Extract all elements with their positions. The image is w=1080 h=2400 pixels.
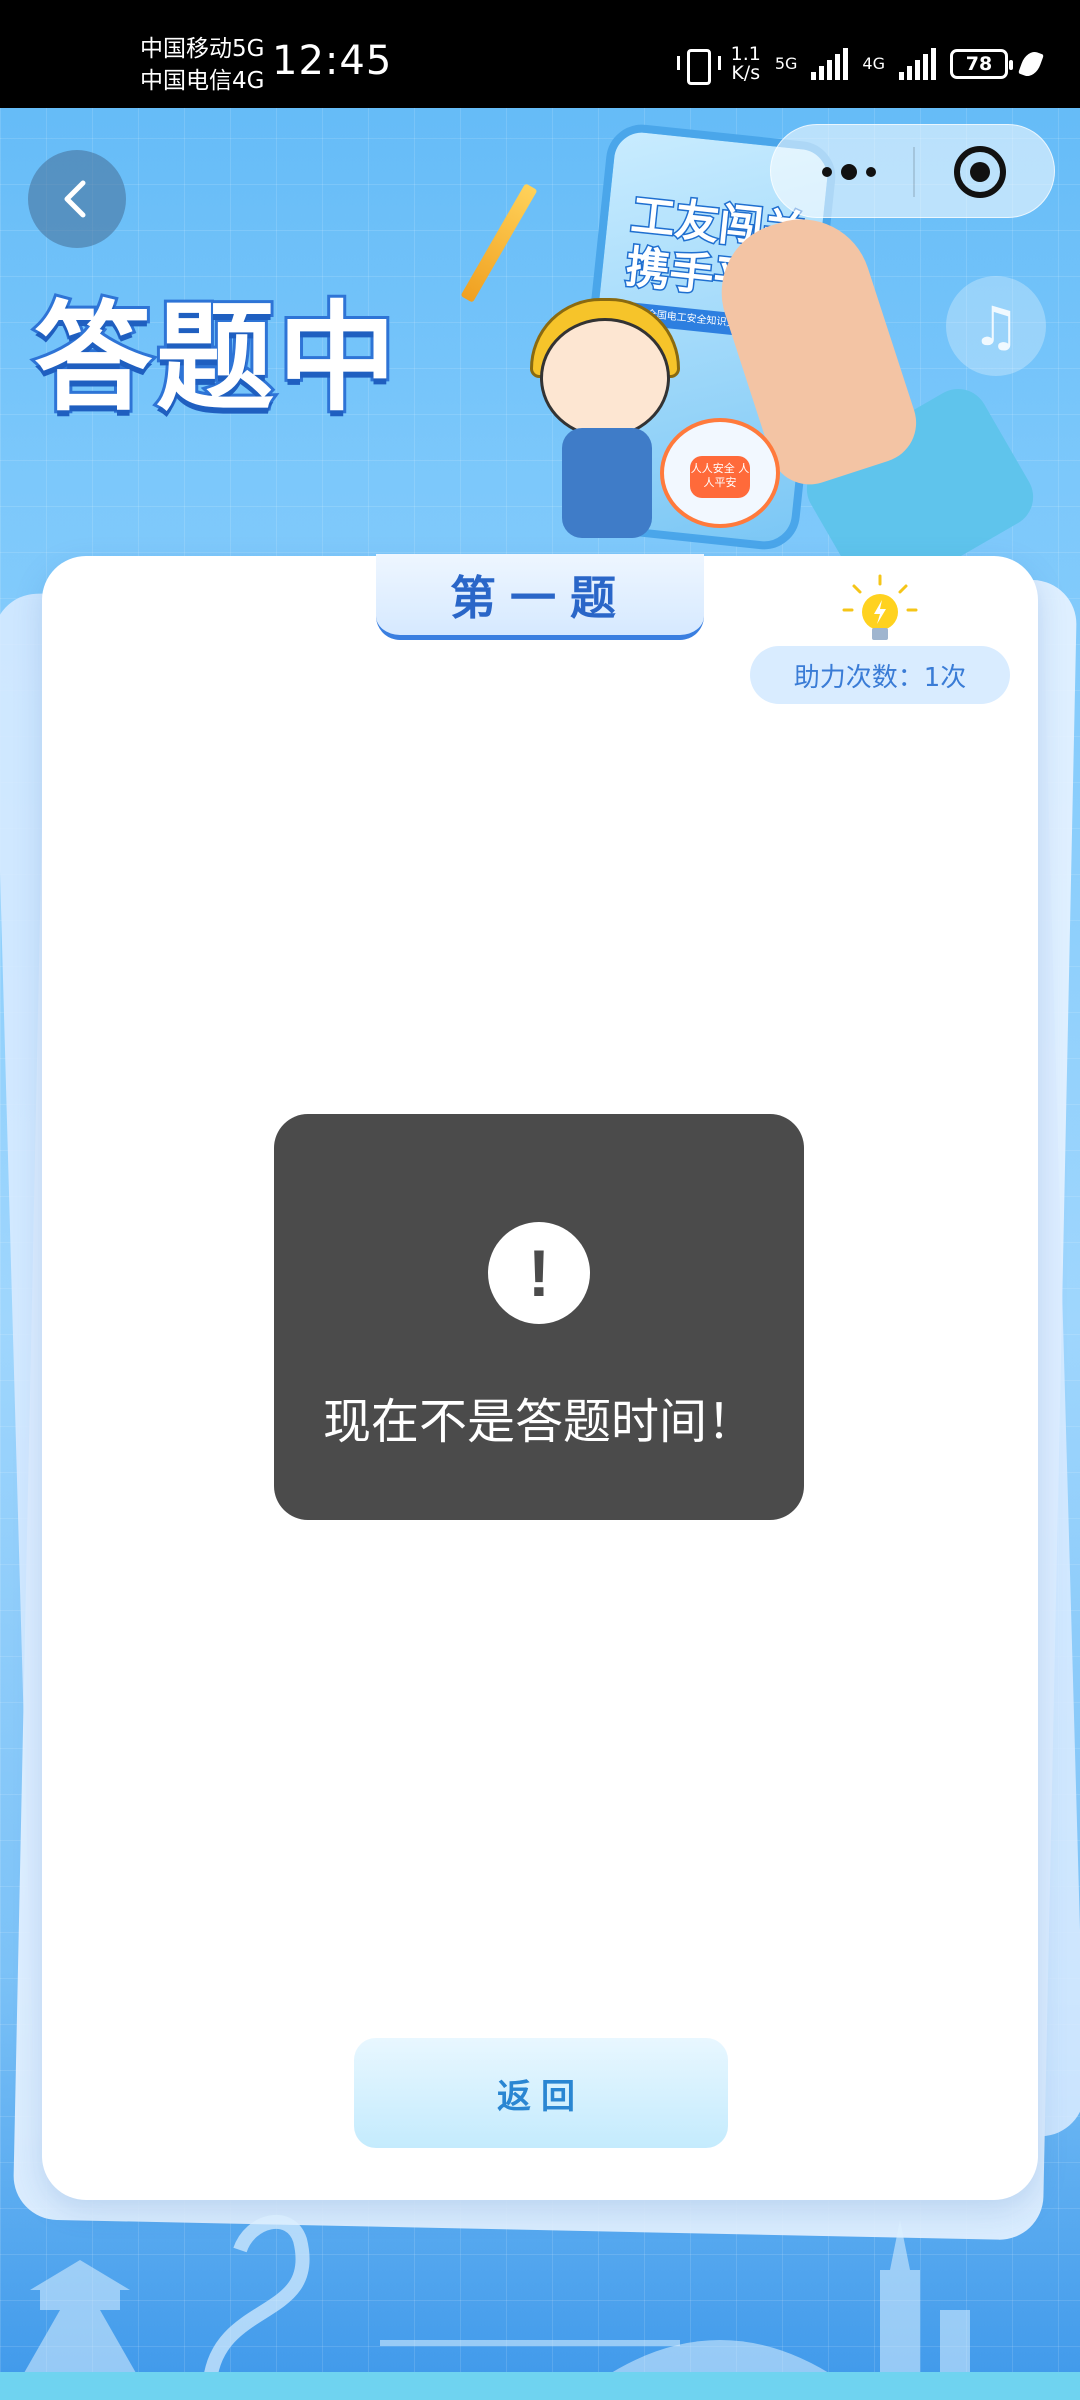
net-type-1: 5G [774,54,798,73]
help-count-label: 助力次数： [793,662,924,693]
fish-mascot: 人人安全 人人平安 [660,418,780,528]
help-count-badge: 助力次数： 1次 [750,646,1010,704]
alert-icon: ! [488,1222,590,1324]
carrier-1: 中国移动5G [140,36,265,62]
vibrate-icon [676,47,721,85]
pencil-icon [460,183,538,303]
mascot-badge: 人人安全 人人平安 [690,456,750,498]
signal-icon [811,48,849,80]
status-icons: 1.1 K/s 5G 4G 78 [676,44,1044,85]
toast-message: 现在不是答题时间！ [322,1394,755,1450]
bottom-strip [0,2372,1080,2400]
page-title: 答题中 [31,286,401,430]
city-skyline [20,2215,970,2382]
music-icon: ♫ [971,294,1021,358]
leaf-icon [1018,48,1044,80]
signal-icon-2 [899,48,936,80]
question-tab: 第一题 [376,554,704,640]
status-bar: 中国移动5G 中国电信4G 12:45 1.1 K/s 5G 4G 78 [0,0,1080,108]
network-speed: 1.1 K/s [731,45,761,83]
mini-program-capsule [770,124,1055,218]
bulb-icon [842,574,918,640]
more-icon[interactable] [809,155,889,189]
question-tab-label: 第一题 [450,570,630,625]
mascot-head [540,318,670,438]
status-time: 12:45 [272,38,393,84]
music-button[interactable]: ♫ [946,276,1046,376]
return-button[interactable]: 返回 [354,2038,728,2148]
toast-dialog: ! 现在不是答题时间！ [274,1114,804,1520]
capsule-divider [913,147,915,197]
battery-level: 78 [965,53,993,75]
chevron-left-icon [64,180,86,218]
back-button[interactable] [28,150,126,248]
carrier-2: 中国电信4G [140,68,265,94]
help-count-value: 1次 [923,662,967,693]
battery-icon: 78 [950,49,1013,79]
mascot-body [562,428,652,538]
net-type-2: 4G [862,54,885,73]
network-speed-unit: K/s [731,62,761,84]
target-icon[interactable] [954,146,1006,198]
